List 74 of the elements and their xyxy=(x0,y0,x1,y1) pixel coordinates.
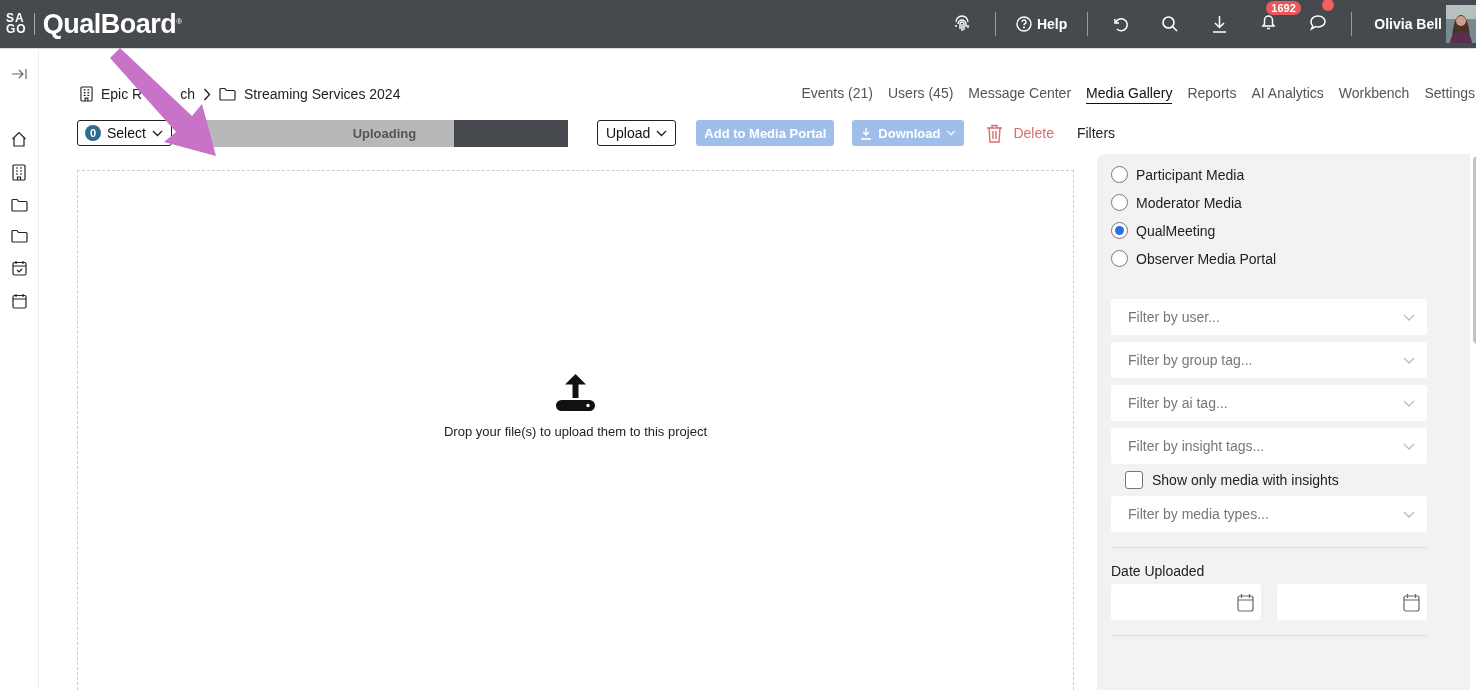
count-badge: 0 xyxy=(85,125,101,141)
logo-mark: SA GO xyxy=(6,13,35,35)
caret-icon xyxy=(1403,356,1415,364)
drop-zone[interactable]: Drop your file(s) to upload them to this project xyxy=(77,170,1074,690)
upload-dropdown[interactable]: Upload xyxy=(596,120,677,146)
date-field[interactable] xyxy=(1277,584,1427,620)
building-icon[interactable] xyxy=(12,164,26,181)
caret-icon xyxy=(151,129,163,137)
caret-icon xyxy=(656,129,668,137)
caret-icon xyxy=(946,130,957,136)
app-name: QualBoard xyxy=(42,8,177,40)
search-icon[interactable] xyxy=(1161,15,1180,33)
undo-icon[interactable] xyxy=(1112,15,1130,33)
calendar-icon[interactable] xyxy=(11,293,27,309)
radio-circle[interactable] xyxy=(1111,222,1128,239)
progress-label: Uploading xyxy=(351,124,418,143)
fingerprint-icon[interactable] xyxy=(952,15,971,33)
calendar-check-icon[interactable] xyxy=(11,260,27,276)
filter-dropdown[interactable]: Filter by group tag... xyxy=(1111,342,1427,378)
caret-icon xyxy=(1403,442,1415,450)
trash-icon xyxy=(986,123,1004,143)
caret-icon xyxy=(1403,510,1415,518)
filter-dropdown[interactable]: Filter by insight tags... xyxy=(1111,428,1427,464)
date-field[interactable] xyxy=(1111,584,1261,620)
nav-tab[interactable]: Message Center xyxy=(968,84,1072,104)
breadcrumb-link[interactable]: Streaming Services 2024 xyxy=(244,86,401,102)
filter-dropdown[interactable]: Filter by user... xyxy=(1111,299,1427,335)
drop-instructions: Drop your file(s) to upload them to this project xyxy=(444,424,707,439)
chat-icon[interactable] xyxy=(1309,13,1328,31)
nav-tab[interactable]: Settings xyxy=(1424,84,1475,104)
nav-tab[interactable]: Media Gallery xyxy=(1086,84,1173,104)
notification-badge: 1692 xyxy=(1266,1,1301,15)
nav-tab[interactable]: Users (45) xyxy=(888,84,954,104)
source-radio[interactable]: Observer Media Portal xyxy=(1111,250,1454,267)
registered-mark: ® xyxy=(176,16,183,26)
radio-label: Participant Media xyxy=(1136,166,1245,183)
source-radio[interactable]: QualMeeting xyxy=(1111,222,1454,239)
radio-circle[interactable] xyxy=(1111,250,1128,267)
folder-icon xyxy=(219,87,237,101)
filter-dropdown[interactable]: Filter by ai tag... xyxy=(1111,385,1427,421)
upload-icon xyxy=(555,372,596,412)
user-name[interactable]: Olivia Bell xyxy=(1374,16,1442,32)
nav-tab[interactable]: Workbench xyxy=(1338,84,1410,104)
checkbox[interactable] xyxy=(1125,471,1143,489)
bell-icon[interactable] xyxy=(1260,13,1278,31)
folder-icon[interactable] xyxy=(10,229,28,243)
help-icon xyxy=(1015,16,1032,32)
insights-checkbox-row[interactable]: Show only media with insights xyxy=(1111,471,1454,489)
date-uploaded-label: Date Uploaded xyxy=(1111,563,1206,579)
download-icon xyxy=(860,126,873,140)
source-radio[interactable]: Moderator Media xyxy=(1111,194,1454,211)
breadcrumb-link[interactable]: ch xyxy=(180,86,196,102)
nav-tab[interactable]: Reports xyxy=(1187,84,1237,104)
nav-tab[interactable]: Events (21) xyxy=(801,84,873,104)
help-button[interactable]: Help xyxy=(1015,16,1068,32)
nav-tab[interactable]: AI Analytics xyxy=(1251,84,1324,104)
radio-label: QualMeeting xyxy=(1136,222,1216,239)
radio-label: Observer Media Portal xyxy=(1136,250,1277,267)
radio-circle[interactable] xyxy=(1111,194,1128,211)
chevron-right-icon xyxy=(203,87,212,101)
select-dropdown[interactable]: 0 Select xyxy=(77,120,172,146)
caret-icon xyxy=(1403,399,1415,407)
checkbox-label: Show only media with insights xyxy=(1152,472,1339,488)
caret-icon xyxy=(1403,313,1415,321)
building-icon xyxy=(80,86,93,102)
home-icon[interactable] xyxy=(11,131,27,147)
radio-circle[interactable] xyxy=(1111,166,1128,183)
source-radio[interactable]: Participant Media xyxy=(1111,166,1454,183)
expand-sidebar-icon[interactable] xyxy=(11,68,27,80)
filters-heading: Filters xyxy=(1076,125,1116,141)
download-icon[interactable] xyxy=(1211,15,1229,33)
folder-icon[interactable] xyxy=(10,198,28,212)
radio-label: Moderator Media xyxy=(1136,194,1242,211)
filter-dropdown[interactable]: Filter by media types... xyxy=(1111,496,1427,532)
